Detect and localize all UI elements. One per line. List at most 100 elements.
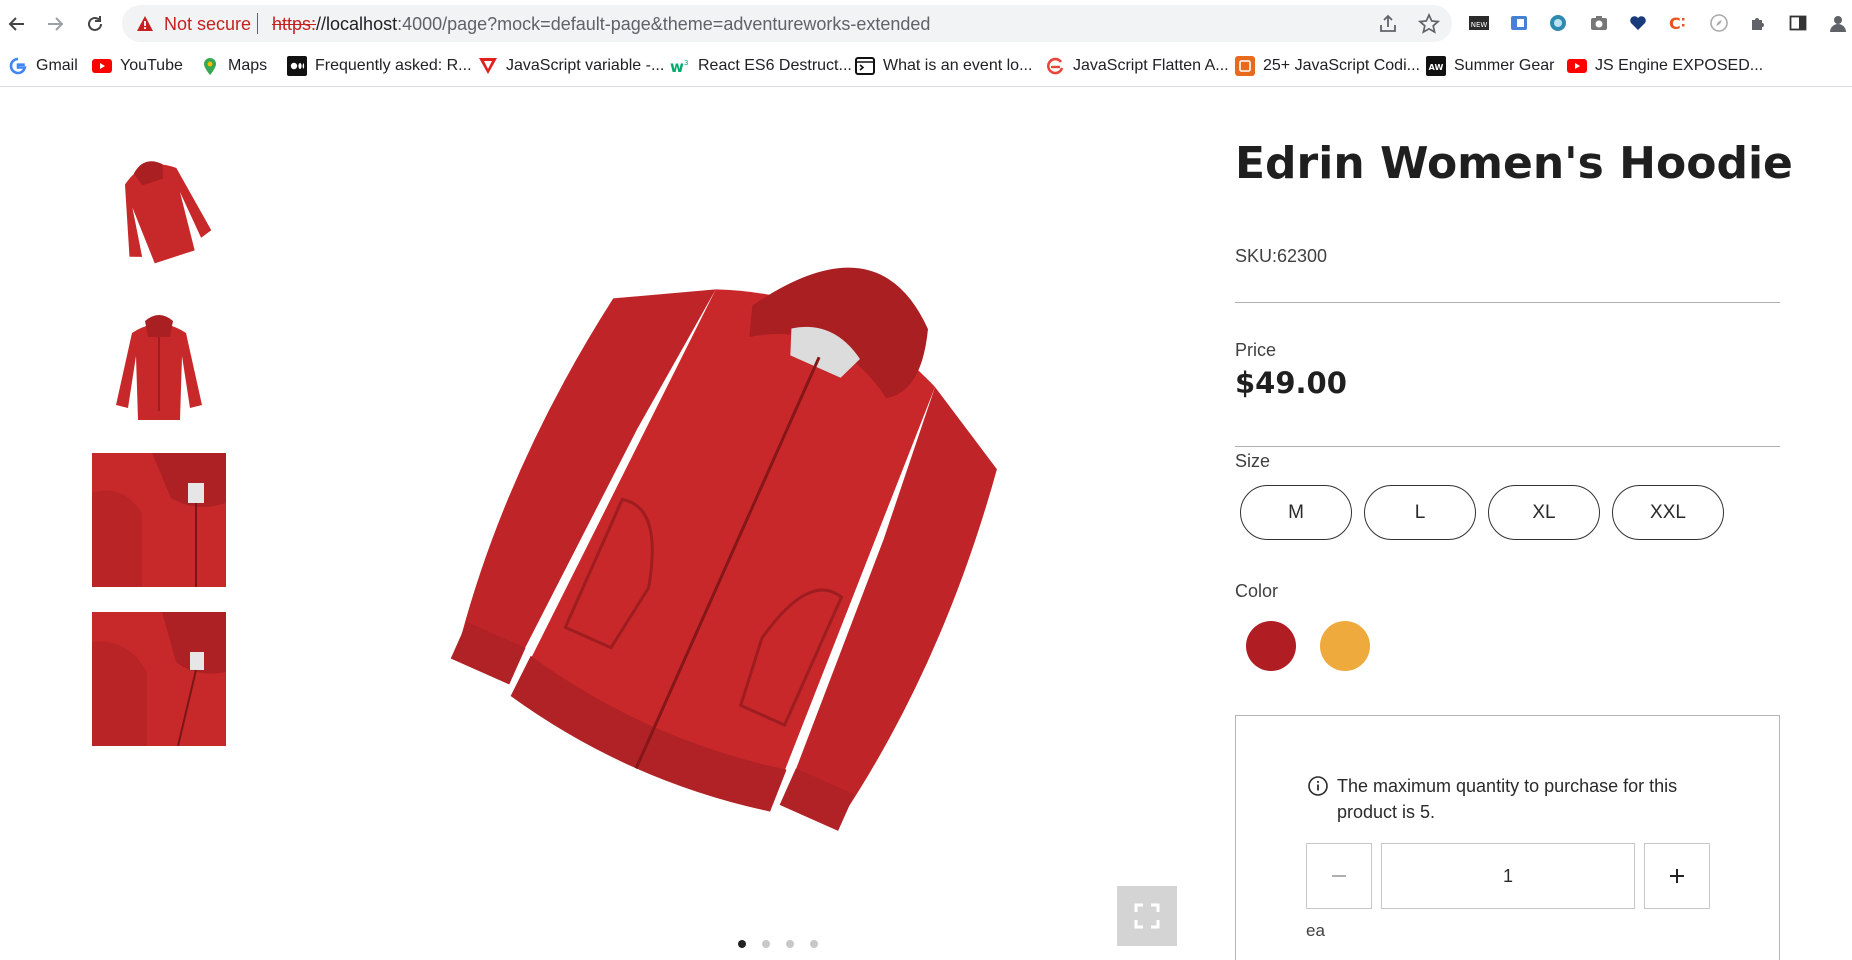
back-button[interactable] xyxy=(2,9,32,39)
bookmark-maps[interactable]: Maps xyxy=(200,53,267,79)
hoodie-thumbnail-image xyxy=(116,315,202,420)
reload-button[interactable] xyxy=(80,9,110,39)
url-text[interactable]: https://localhost:4000/page?mock=default… xyxy=(272,14,930,35)
svg-text:C: C xyxy=(1669,14,1681,33)
orange-box-icon xyxy=(1235,56,1255,76)
compass-extension-icon[interactable] xyxy=(1707,11,1731,35)
max-quantity-text: The maximum quantity to purchase for thi… xyxy=(1337,776,1678,822)
svg-text:NEW: NEW xyxy=(1471,21,1488,29)
svg-text:AW: AW xyxy=(1429,63,1444,72)
url-host: //localhost xyxy=(316,14,398,34)
back-arrow-icon xyxy=(8,17,24,31)
fullscreen-button[interactable] xyxy=(1117,886,1177,946)
medium-icon xyxy=(287,56,307,76)
warning-icon xyxy=(137,16,153,31)
maps-pin-icon xyxy=(200,56,220,76)
bookmark-label: Gmail xyxy=(36,57,78,74)
bookmark-label: Summer Gear xyxy=(1454,57,1555,74)
carousel-dot[interactable] xyxy=(810,940,818,948)
url-scheme: https: xyxy=(272,14,317,34)
increase-quantity-button[interactable] xyxy=(1644,843,1710,909)
triangle-logo-icon xyxy=(478,56,498,76)
product-thumbnail-4[interactable] xyxy=(92,612,226,746)
forward-arrow-icon xyxy=(48,17,64,31)
size-option-xl[interactable]: XL xyxy=(1488,485,1600,540)
product-sku: SKU:62300 xyxy=(1235,246,1328,266)
product-title: Edrin Women's Hoodie xyxy=(1235,138,1793,189)
hoodie-closeup-image xyxy=(92,453,226,587)
camera-extension-icon[interactable] xyxy=(1587,11,1611,35)
address-bar[interactable]: Not secure https://localhost:4000/page?m… xyxy=(122,5,1452,42)
blue-extension-icon[interactable] xyxy=(1507,11,1531,35)
plus-icon xyxy=(1670,869,1684,883)
carousel-dot[interactable] xyxy=(762,940,770,948)
bookmark-label: 25+ JavaScript Codi... xyxy=(1263,57,1420,74)
divider xyxy=(1235,446,1780,447)
bookmark-js-flatten[interactable]: JavaScript Flatten A... xyxy=(1045,53,1229,79)
forward-button[interactable] xyxy=(40,9,70,39)
bookmark-frequently-asked[interactable]: Frequently asked: R... xyxy=(287,53,472,79)
profile-avatar-icon[interactable] xyxy=(1826,11,1850,35)
aw-icon: AW xyxy=(1426,56,1446,76)
bookmark-star-icon[interactable] xyxy=(1418,13,1440,35)
product-main-image[interactable] xyxy=(420,150,1060,910)
color-label: Color xyxy=(1235,581,1279,601)
news-extension-icon[interactable]: NEW xyxy=(1467,11,1491,35)
hoodie-closeup-image xyxy=(92,612,226,746)
bookmark-label: JavaScript variable -... xyxy=(506,57,665,74)
terminal-icon xyxy=(855,56,875,76)
product-thumbnail-2[interactable] xyxy=(92,293,226,427)
carousel-dot[interactable] xyxy=(786,940,794,948)
browser-toolbar: Not secure https://localhost:4000/page?m… xyxy=(0,0,1852,47)
bookmark-js-variable[interactable]: JavaScript variable -... xyxy=(478,53,664,79)
hoodie-thumbnail-image xyxy=(124,161,212,264)
size-option-xxl[interactable]: XXL xyxy=(1612,485,1724,540)
reload-icon xyxy=(88,16,102,31)
info-icon xyxy=(1308,776,1328,796)
heart-extension-icon[interactable] xyxy=(1626,11,1650,35)
size-option-l[interactable]: L xyxy=(1364,485,1476,540)
quantity-input[interactable]: 1 xyxy=(1381,843,1635,909)
bookmark-summer-gear[interactable]: AW Summer Gear xyxy=(1426,53,1554,79)
omnibox-separator xyxy=(257,13,258,34)
color-swatch-yellow[interactable] xyxy=(1320,621,1370,671)
size-label: Size xyxy=(1235,451,1271,471)
size-option-m[interactable]: M xyxy=(1240,485,1352,540)
teal-extension-icon[interactable] xyxy=(1546,11,1570,35)
quantity-unit: ea xyxy=(1306,921,1325,940)
product-thumbnail-3[interactable] xyxy=(92,453,226,587)
bookmark-label: Frequently asked: R... xyxy=(315,57,472,74)
bookmark-js-engine[interactable]: JS Engine EXPOSED... xyxy=(1567,53,1763,79)
w3schools-icon: w3 xyxy=(670,56,690,76)
carousel-indicators xyxy=(738,940,818,948)
color-swatch-red[interactable] xyxy=(1246,621,1296,671)
minus-icon xyxy=(1332,875,1346,877)
bookmark-event-loop[interactable]: What is an event lo... xyxy=(855,53,1032,79)
color-options xyxy=(1246,621,1370,671)
security-status[interactable]: Not secure xyxy=(164,14,251,35)
product-price: $49.00 xyxy=(1235,366,1347,400)
bookmark-js-coding[interactable]: 25+ JavaScript Codi... xyxy=(1235,53,1420,79)
max-quantity-notice: The maximum quantity to purchase for thi… xyxy=(1307,773,1727,825)
orange-c-extension-icon[interactable]: C xyxy=(1665,11,1689,35)
educative-icon xyxy=(1045,56,1065,76)
bookmark-youtube[interactable]: YouTube xyxy=(92,53,183,79)
youtube-icon xyxy=(1567,56,1587,76)
extensions-puzzle-icon[interactable] xyxy=(1746,11,1770,35)
youtube-icon xyxy=(92,56,112,76)
price-label: Price xyxy=(1235,340,1277,360)
side-panel-icon[interactable] xyxy=(1786,11,1810,35)
bookmark-gmail[interactable]: Gmail xyxy=(8,53,78,79)
bookmark-label: JavaScript Flatten A... xyxy=(1073,57,1229,74)
bookmark-label: Maps xyxy=(228,57,268,74)
google-icon xyxy=(8,56,28,76)
bookmark-label: What is an event lo... xyxy=(883,57,1033,74)
divider xyxy=(1235,302,1780,303)
carousel-dot[interactable] xyxy=(738,940,746,948)
share-icon[interactable] xyxy=(1377,13,1399,35)
product-thumbnail-1[interactable] xyxy=(92,135,226,269)
url-path: :4000/page?mock=default-page&theme=adven… xyxy=(397,14,931,34)
bookmark-react-es6[interactable]: w3 React ES6 Destruct... xyxy=(670,53,852,79)
decrease-quantity-button[interactable] xyxy=(1306,843,1372,909)
bookmarks-bar: Gmail YouTube Maps Frequently asked: R..… xyxy=(0,47,1852,87)
